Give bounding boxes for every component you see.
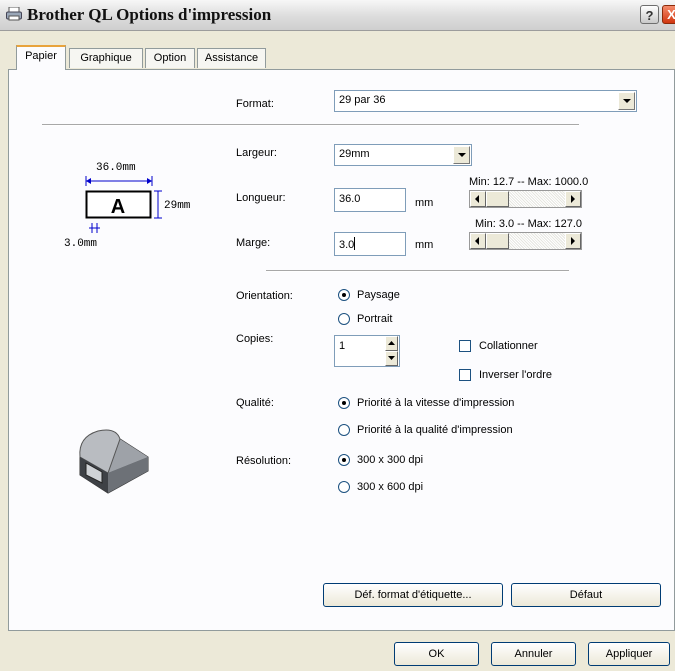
format-label: Format: [236,98,274,110]
radio-300x300[interactable] [338,454,350,466]
radio-paysage[interactable] [338,289,350,301]
longueur-value: 36.0 [339,193,361,205]
tab-graphique[interactable]: Graphique [69,48,143,68]
format-value: 29 par 36 [339,94,386,106]
res-300x300-label[interactable]: 300 x 300 dpi [357,454,423,466]
label-sample-glyph: A [111,196,125,218]
largeur-label: Largeur: [236,147,277,159]
radio-300x600[interactable] [338,481,350,493]
marge-range: Min: 3.0 -- Max: 127.0 [475,218,582,230]
radio-quality-speed[interactable] [338,397,350,409]
window-title: Brother QL Options d'impression [27,5,272,24]
preview-width-label: 36.0mm [96,162,136,174]
collate-checkbox[interactable] [459,340,471,352]
chevron-down-icon[interactable] [618,92,635,110]
scroll-thumb[interactable] [486,191,509,207]
printer-icon [6,7,22,21]
scroll-thumb[interactable] [486,233,509,249]
cancel-button[interactable]: Annuler [491,642,576,666]
reverse-order-checkbox[interactable] [459,369,471,381]
tab-assistance[interactable]: Assistance [197,48,266,68]
chevron-down-icon[interactable] [385,351,398,366]
longueur-label: Longueur: [236,192,286,204]
copies-label: Copies: [236,333,274,345]
scroll-left-icon[interactable] [470,191,486,207]
scroll-right-icon[interactable] [565,233,581,249]
marge-value: 3.0 [339,239,355,251]
copies-stepper[interactable] [385,336,398,366]
orientation-label: Orientation: [236,290,293,302]
marge-label: Marge: [236,237,271,249]
marge-input[interactable]: 3.0 [334,232,406,256]
portrait-label[interactable]: Portrait [357,313,392,325]
scroll-left-icon[interactable] [470,233,486,249]
chevron-up-icon[interactable] [385,336,398,351]
longueur-slider[interactable] [469,190,582,208]
help-button[interactable]: ? [640,5,659,24]
qualite-label: Qualité: [236,397,274,409]
preview-height-label: 29mm [164,200,191,212]
radio-portrait[interactable] [338,313,350,325]
paysage-label[interactable]: Paysage [357,289,400,301]
preview-margin-label: 3.0mm [64,238,97,250]
chevron-down-icon[interactable] [453,146,470,164]
apply-button[interactable]: Appliquer [588,642,670,666]
longueur-unit: mm [415,197,434,209]
scroll-right-icon[interactable] [565,191,581,207]
quality-speed-label[interactable]: Priorité à la vitesse d'impression [357,397,514,409]
longueur-input[interactable]: 36.0 [334,188,406,212]
text-cursor [354,237,356,250]
largeur-select[interactable]: 29mm [334,144,472,166]
tab-option[interactable]: Option [145,48,195,68]
title-bar: Brother QL Options d'impression ? X [0,0,675,31]
printer-image [79,429,149,494]
longueur-range: Min: 12.7 -- Max: 1000.0 [469,176,589,188]
marge-unit: mm [415,239,434,251]
radio-quality-best[interactable] [338,424,350,436]
marge-slider[interactable] [469,232,582,250]
quality-best-label[interactable]: Priorité à la qualité d'impression [357,424,513,436]
resolution-label: Résolution: [236,455,292,467]
reverse-order-label[interactable]: Inverser l'ordre [479,369,552,381]
default-button[interactable]: Défaut [511,583,661,607]
largeur-value: 29mm [339,148,370,160]
res-300x600-label[interactable]: 300 x 600 dpi [357,481,423,493]
divider [42,124,579,126]
close-button[interactable]: X [662,5,675,24]
divider [266,270,569,272]
copies-value: 1 [339,340,346,352]
define-label-format-button[interactable]: Déf. format d'étiquette... [323,583,503,607]
label-preview-diagram: 36.0mm A 29mm 3.0mm [64,162,191,250]
collate-label[interactable]: Collationner [479,340,538,352]
format-select[interactable]: 29 par 36 [334,90,637,112]
ok-button[interactable]: OK [394,642,479,666]
tab-papier[interactable]: Papier [16,45,66,70]
